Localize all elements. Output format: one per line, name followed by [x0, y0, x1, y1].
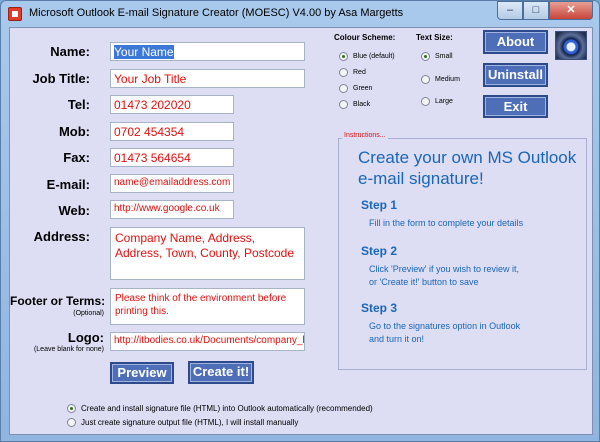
colour-option-label: Red [353, 69, 366, 76]
web-label: Web: [58, 203, 90, 218]
colour-option-green[interactable]: Green [339, 84, 372, 93]
step-3-text-line-1: Go to the signatures option in Outlook [369, 321, 521, 331]
tel-input[interactable]: 01473 202020 [110, 95, 234, 114]
fax-label: Fax: [63, 150, 90, 165]
footer-optional-note: (Optional) [73, 310, 104, 317]
colour-option-label: Blue (default) [353, 53, 395, 60]
name-input[interactable]: Your Name [110, 42, 305, 61]
step-2-title: Step 2 [361, 244, 398, 258]
radio-dot [339, 100, 348, 109]
web-input[interactable]: http://www.google.co.uk [110, 200, 234, 219]
maximize-button[interactable]: □ [523, 1, 549, 20]
colour-option-red[interactable]: Red [339, 68, 366, 77]
title-bar[interactable]: Microsoft Outlook E-mail Signature Creat… [1, 1, 599, 27]
address-label: Address: [33, 229, 90, 244]
mob-label: Mob: [58, 124, 90, 139]
text-size-small[interactable]: Small [421, 52, 453, 61]
window-controls: – □ ✕ [497, 1, 593, 21]
step-2-text-line-2: or 'Create it!' button to save [369, 277, 479, 287]
radio-dot [339, 68, 348, 77]
step-1-title: Step 1 [361, 198, 398, 212]
text-size-label: Small [435, 53, 453, 60]
close-button[interactable]: ✕ [549, 1, 593, 20]
about-button[interactable]: About [483, 30, 548, 54]
fax-input[interactable]: 01473 564654 [110, 148, 234, 167]
minimize-button[interactable]: – [497, 1, 523, 20]
radio-dot [67, 418, 76, 427]
text-size-label: Medium [435, 76, 460, 83]
logo-input[interactable]: http://itbodies.co.uk/Documents/company_… [110, 332, 305, 351]
radio-dot [421, 97, 430, 106]
text-size-large[interactable]: Large [421, 97, 453, 106]
colour-scheme-title: Colour Scheme: [334, 33, 396, 42]
text-size-label: Large [435, 98, 453, 105]
email-input[interactable]: name@emailaddress.com [110, 174, 234, 193]
address-textarea[interactable]: Company Name, Address, Address, Town, Co… [110, 227, 305, 280]
install-manual-label: Just create signature output file (HTML)… [81, 418, 299, 427]
step-2-text-line-1: Click 'Preview' if you wish to review it… [369, 264, 519, 274]
footer-label: Footer or Terms: [10, 294, 106, 308]
radio-dot [421, 52, 430, 61]
uninstall-button[interactable]: Uninstall [483, 63, 548, 87]
colour-option-black[interactable]: Black [339, 100, 370, 109]
radio-dot [339, 84, 348, 93]
instructions-heading: Create your own MS Outlook e-mail signat… [358, 148, 577, 188]
client-area: Name: Your Name Job Title: Your Job Titl… [9, 27, 593, 435]
step-3-title: Step 3 [361, 301, 398, 315]
logo-blank-note: (Leave blank for none) [33, 346, 104, 353]
job-title-input[interactable]: Your Job Title [110, 69, 305, 88]
colour-option-label: Black [353, 101, 371, 108]
step-3-text-line-2: and turn it on! [369, 334, 425, 344]
colour-option-label: Green [353, 85, 373, 92]
tel-label: Tel: [67, 97, 90, 112]
text-size-medium[interactable]: Medium [421, 75, 460, 84]
radio-dot [421, 75, 430, 84]
radio-dot [67, 404, 76, 413]
install-manual-option[interactable]: Just create signature output file (HTML)… [67, 418, 298, 427]
name-value: Your Name [114, 45, 174, 59]
eye-icon [555, 31, 587, 60]
exit-button[interactable]: Exit [483, 95, 548, 118]
step-1-text: Fill in the form to complete your detail… [369, 218, 524, 228]
radio-dot [339, 52, 348, 61]
email-label: E-mail: [46, 177, 90, 192]
instructions-caption: Instructions... [342, 132, 388, 139]
window-title: Microsoft Outlook E-mail Signature Creat… [29, 7, 404, 19]
create-button[interactable]: Create it! [188, 361, 254, 384]
preview-button[interactable]: Preview [110, 362, 174, 384]
colour-option-blue[interactable]: Blue (default) [339, 52, 395, 61]
install-auto-label: Create and install signature file (HTML)… [81, 404, 373, 413]
text-size-title: Text Size: [416, 33, 453, 42]
job-title-label: Job Title: [32, 71, 90, 86]
app-window: Microsoft Outlook E-mail Signature Creat… [0, 0, 600, 442]
footer-textarea[interactable]: Please think of the environment before p… [110, 288, 305, 325]
install-auto-option[interactable]: Create and install signature file (HTML)… [67, 404, 373, 413]
name-label: Name: [50, 44, 90, 59]
app-icon [8, 7, 22, 21]
mob-input[interactable]: 0702 454354 [110, 122, 234, 141]
logo-label: Logo: [67, 330, 104, 345]
